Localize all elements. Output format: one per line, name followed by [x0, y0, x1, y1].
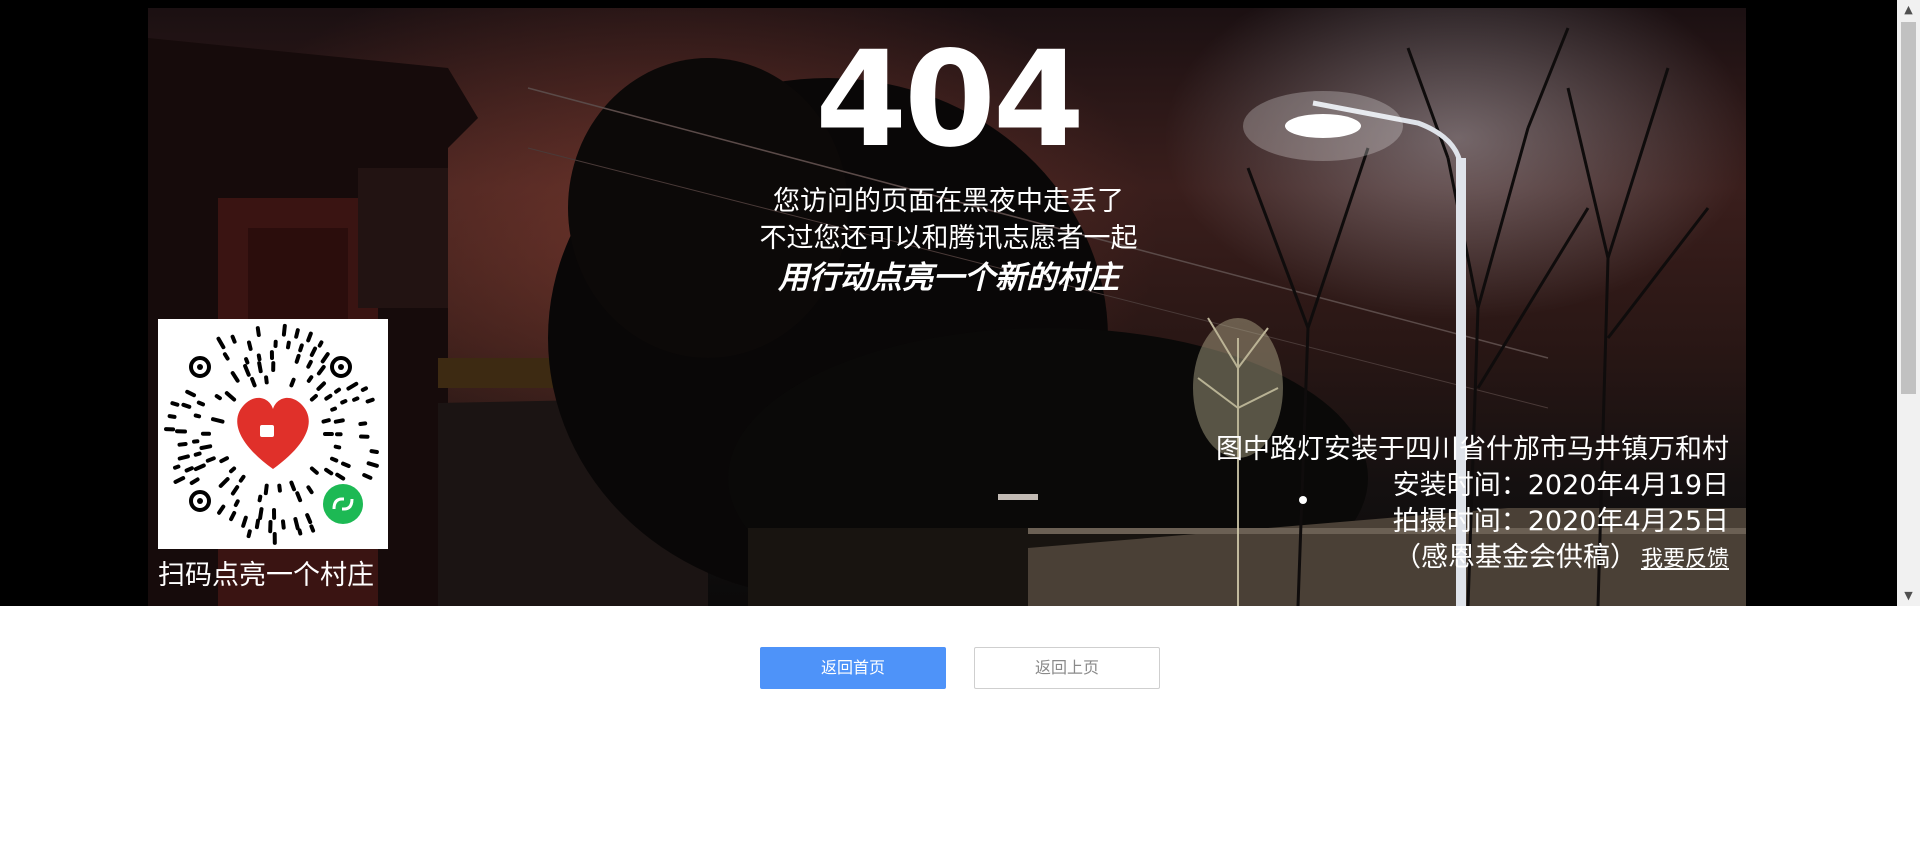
feedback-link[interactable]: 我要反馈 — [1641, 547, 1729, 572]
error-code: 404 — [815, 23, 1085, 177]
back-button[interactable]: 返回上页 — [974, 647, 1160, 689]
vertical-scrollbar[interactable]: ▲ ▼ — [1897, 0, 1920, 606]
home-button[interactable]: 返回首页 — [760, 647, 946, 689]
qr-caption: 扫码点亮一个村庄 — [158, 560, 374, 591]
credit-photo-time: 拍摄时间：2020年4月25日 — [1392, 506, 1729, 537]
credit-source-row: （感恩基金会供稿） 我要反馈 — [1216, 540, 1729, 578]
credit-location: 图中路灯安装于四川省什邡市马井镇万和村 — [1216, 434, 1729, 465]
miniprogram-qr-code — [158, 319, 388, 549]
hero-banner: 404 您访问的页面在黑夜中走丢了 不过您还可以和腾讯志愿者一起 用行动点亮一个… — [0, 0, 1897, 606]
credit-install-time: 安装时间：2020年4月19日 — [1392, 470, 1729, 501]
scroll-up-arrow-icon[interactable]: ▲ — [1897, 0, 1920, 20]
photo-credits: 图中路灯安装于四川省什邡市马井镇万和村 安装时间：2020年4月19日 拍摄时间… — [1216, 432, 1729, 578]
scrollbar-thumb[interactable] — [1901, 22, 1916, 394]
scroll-down-arrow-icon[interactable]: ▼ — [1897, 586, 1920, 606]
error-message-line3: 用行动点亮一个新的村庄 — [778, 260, 1119, 296]
qr-code-graphic — [164, 323, 379, 545]
error-message-line2: 不过您还可以和腾讯志愿者一起 — [759, 223, 1138, 254]
credit-source: （感恩基金会供稿） — [1393, 542, 1637, 573]
error-message-line1: 您访问的页面在黑夜中走丢了 — [773, 186, 1124, 217]
